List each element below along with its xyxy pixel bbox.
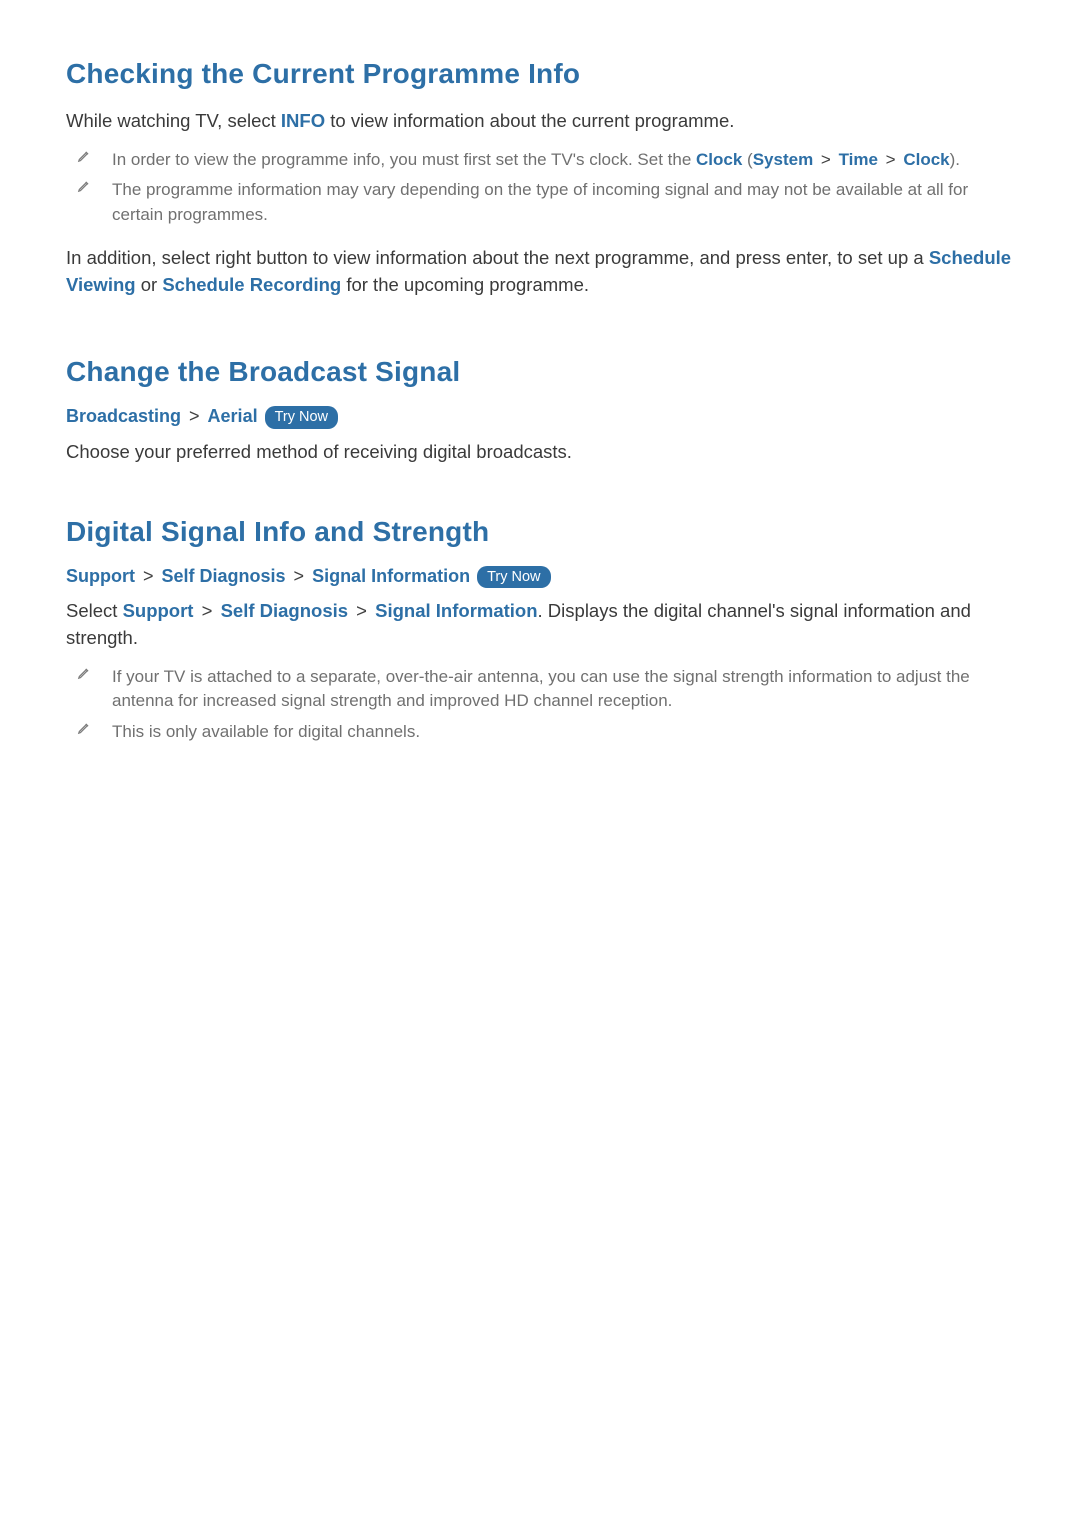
breadcrumb-signal-info: Support > Self Diagnosis > Signal Inform… [66, 566, 1014, 589]
outro-prefix: In addition, select right button to view… [66, 247, 929, 268]
broadcasting-keyword: Broadcasting [66, 406, 181, 426]
breadcrumb-broadcasting: Broadcasting > Aerial Try Now [66, 406, 1014, 429]
note-item: In order to view the programme info, you… [66, 145, 1014, 176]
path-sep: > [181, 406, 208, 426]
section-title-digital-signal: Digital Signal Info and Strength [66, 516, 1014, 548]
intro-paragraph: While watching TV, select INFO to view i… [66, 108, 1014, 135]
pencil-icon [74, 720, 94, 735]
pencil-icon [74, 148, 94, 163]
note1-close: ). [950, 150, 960, 169]
note-text: In order to view the programme info, you… [112, 148, 960, 173]
outro-suffix: for the upcoming programme. [341, 274, 589, 295]
note-item: The programme information may vary depen… [66, 175, 1014, 230]
note-text: If your TV is attached to a separate, ov… [112, 665, 1014, 714]
note1-open: ( [742, 150, 752, 169]
note-list-2: If your TV is attached to a separate, ov… [66, 662, 1014, 748]
broadcast-body: Choose your preferred method of receivin… [66, 439, 1014, 466]
aerial-keyword: Aerial [208, 406, 258, 426]
support-keyword: Support [123, 600, 194, 621]
path-sep: > [813, 150, 838, 169]
self-diagnosis-keyword: Self Diagnosis [162, 566, 286, 586]
path-sep: > [348, 600, 375, 621]
path-sep: > [135, 566, 162, 586]
path-sep: > [286, 566, 313, 586]
section-gap [66, 476, 1014, 516]
outro-paragraph: In addition, select right button to view… [66, 245, 1014, 299]
body-prefix: Select [66, 600, 123, 621]
signal-body: Select Support > Self Diagnosis > Signal… [66, 598, 1014, 652]
path-sep: > [878, 150, 903, 169]
try-now-badge[interactable]: Try Now [477, 566, 550, 589]
note-text: The programme information may vary depen… [112, 178, 1014, 227]
note-list-1: In order to view the programme info, you… [66, 145, 1014, 231]
schedule-recording-keyword: Schedule Recording [162, 274, 341, 295]
path-sep: > [193, 600, 220, 621]
note-item: This is only available for digital chann… [66, 717, 1014, 748]
intro-prefix: While watching TV, select [66, 110, 281, 131]
section-title-programme-info: Checking the Current Programme Info [66, 58, 1014, 90]
outro-mid: or [136, 274, 163, 295]
support-keyword: Support [66, 566, 135, 586]
intro-suffix: to view information about the current pr… [325, 110, 734, 131]
signal-information-keyword: Signal Information [375, 600, 537, 621]
clock-keyword: Clock [696, 150, 742, 169]
try-now-badge[interactable]: Try Now [265, 406, 338, 429]
section-gap [66, 308, 1014, 356]
pencil-icon [74, 665, 94, 680]
note-item: If your TV is attached to a separate, ov… [66, 662, 1014, 717]
clock2-keyword: Clock [903, 150, 949, 169]
note-text: This is only available for digital chann… [112, 720, 420, 745]
signal-information-keyword: Signal Information [312, 566, 470, 586]
info-keyword: INFO [281, 110, 325, 131]
system-keyword: System [753, 150, 813, 169]
note1-prefix: In order to view the programme info, you… [112, 150, 696, 169]
self-diagnosis-keyword: Self Diagnosis [221, 600, 348, 621]
pencil-icon [74, 178, 94, 193]
time-keyword: Time [839, 150, 878, 169]
section-title-broadcast-signal: Change the Broadcast Signal [66, 356, 1014, 388]
page-content: Checking the Current Programme Info Whil… [0, 0, 1080, 748]
